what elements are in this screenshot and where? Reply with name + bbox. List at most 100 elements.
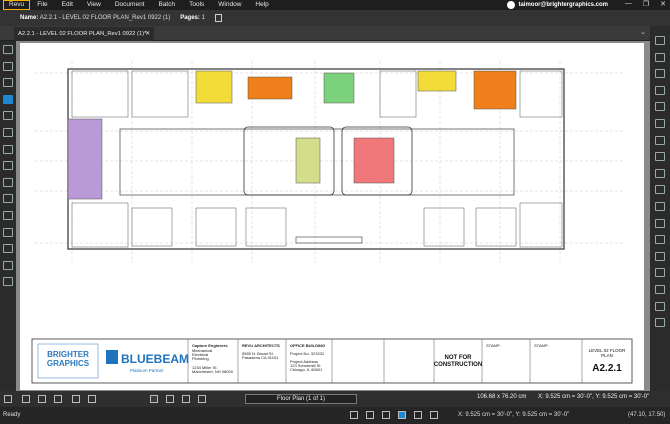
spaces-icon[interactable] [3, 277, 13, 287]
menu-edit[interactable]: Edit [55, 0, 80, 10]
reuse-icon[interactable] [414, 411, 422, 419]
project-no: Project No. 323232 [290, 351, 325, 356]
bookmarks-icon[interactable] [3, 61, 13, 71]
document-tab-bar: A2.2.1 - LEVEL 02 FLOOR PLAN_Rev1 0922 (… [0, 26, 670, 41]
tab-list-chevron-icon[interactable]: ⌄ [640, 28, 646, 36]
architect-city: Pasadena CA 91101 [242, 355, 279, 360]
snap-icon[interactable] [366, 411, 374, 419]
bottom-band [295, 236, 363, 244]
studio-icon[interactable] [3, 177, 13, 187]
status-scale: X: 9.525 cm = 30'-0", Y: 9.525 cm = 30'-… [458, 412, 570, 418]
floor-plan-drawing: BRIGHTER GRAPHICS BLUEBEAM Platinum Part… [31, 61, 633, 384]
ellipse-icon[interactable] [655, 135, 665, 145]
content-icon[interactable] [382, 411, 390, 419]
split-vertical-icon[interactable] [38, 395, 46, 403]
line-icon[interactable] [655, 52, 665, 62]
markups-icon[interactable] [3, 161, 13, 171]
forms-icon[interactable] [3, 194, 13, 204]
minimize-icon[interactable]: — [625, 0, 632, 10]
close-window-icon[interactable]: ✕ [660, 0, 666, 10]
dimension-icon[interactable] [655, 102, 665, 112]
user-account[interactable]: taimoor@brightergraphics.com [507, 1, 608, 9]
document-tab[interactable]: A2.2.1 - LEVEL 02 FLOOR PLAN_Rev1 0922 (… [14, 27, 154, 41]
layers-icon[interactable] [3, 127, 13, 137]
document-tab-title: A2.2.1 - LEVEL 02 FLOOR PLAN_Rev1 0922 (… [18, 31, 147, 37]
list-view-icon[interactable] [4, 395, 12, 403]
name-label: Name: [20, 15, 39, 21]
file-access-icon[interactable] [3, 78, 13, 88]
sync-status-icon[interactable] [430, 411, 438, 419]
bluebeam-logo-icon [106, 350, 118, 364]
document-icon[interactable] [214, 14, 222, 22]
highlight-icon[interactable] [655, 251, 665, 261]
area-icon[interactable] [655, 218, 665, 228]
brand-brighter: BRIGHTER [47, 350, 89, 359]
single-page-icon[interactable] [22, 395, 30, 403]
pages-label: Pages: [180, 15, 200, 21]
select-text-icon[interactable] [182, 395, 190, 403]
split-horizontal-icon[interactable] [54, 395, 62, 403]
brand-bluebeam-sub: Platinum Partner [130, 368, 164, 373]
cloud-icon[interactable] [655, 168, 665, 178]
stamp-icon[interactable] [655, 268, 665, 278]
sheet-title-2: PLAN [601, 353, 613, 358]
properties-icon[interactable] [3, 111, 13, 121]
count-icon[interactable] [655, 284, 665, 294]
consultant-city: Manchester, NH 08000 [192, 369, 234, 374]
menu-document[interactable]: Document [108, 0, 152, 10]
menu-window[interactable]: Window [211, 0, 248, 10]
right-markup-toolbar [650, 26, 670, 391]
room-yellow-1 [195, 70, 233, 104]
fit-icon[interactable] [88, 395, 96, 403]
not-for-construction-2: CONSTRUCTION [434, 362, 482, 368]
menu-tools[interactable]: Tools [182, 0, 211, 10]
sheet-number: A2.2.1 [592, 363, 622, 374]
restore-icon[interactable]: ❐ [643, 0, 649, 10]
name-value[interactable]: A2.2.1 - LEVEL 02 FLOOR PLAN_Rev1 0922 (… [40, 15, 171, 21]
menu-help[interactable]: Help [248, 0, 275, 10]
length-icon[interactable] [655, 201, 665, 211]
page-navigation[interactable]: Floor Plan (1 of 1) [245, 394, 357, 404]
callout-icon[interactable] [655, 185, 665, 195]
snapshot-icon[interactable] [655, 318, 665, 328]
sets-icon[interactable] [3, 244, 13, 254]
brand-graphics: GRAPHICS [47, 359, 90, 368]
left-panel-toolbar [0, 41, 16, 391]
thumbnails-icon[interactable] [3, 45, 13, 54]
markup-snap-icon[interactable] [398, 411, 406, 419]
properties-bar: Name: A2.2.1 - LEVEL 02 FLOOR PLAN_Rev1 … [0, 10, 670, 26]
polyline-icon[interactable] [655, 85, 665, 95]
menu-file[interactable]: File [30, 0, 54, 10]
room-green-1 [323, 72, 355, 104]
sync-icon[interactable] [72, 395, 80, 403]
image-icon[interactable] [655, 301, 665, 311]
polygon-icon[interactable] [655, 152, 665, 162]
pen-icon[interactable] [655, 36, 665, 45]
room-purple-1 [67, 118, 103, 200]
arc-icon[interactable] [655, 69, 665, 79]
stair-yellow [295, 137, 321, 184]
links-icon[interactable] [3, 227, 13, 237]
measurements-icon[interactable] [3, 144, 13, 154]
pan-icon[interactable] [150, 395, 158, 403]
stair-red [353, 137, 395, 184]
menu-view[interactable]: View [80, 0, 108, 10]
search-icon[interactable] [3, 260, 13, 270]
select-icon[interactable] [166, 395, 174, 403]
grid-icon[interactable] [350, 411, 358, 419]
close-tab-icon[interactable]: ✕ [145, 27, 150, 41]
user-email: taimoor@brightergraphics.com [518, 2, 608, 8]
signatures-icon[interactable] [3, 210, 13, 220]
tool-chest-icon[interactable] [3, 94, 13, 104]
zoom-icon[interactable] [198, 395, 206, 403]
project-title: OFFICE BUILDING [290, 343, 325, 348]
text-icon[interactable] [655, 235, 665, 245]
menu-batch[interactable]: Batch [151, 0, 182, 10]
brand-bluebeam: BLUEBEAM [121, 352, 189, 366]
document-canvas[interactable]: BRIGHTER GRAPHICS BLUEBEAM Platinum Part… [16, 41, 650, 391]
menu-revu[interactable]: Revu [3, 0, 31, 10]
window-controls: — ❐ ✕ [625, 0, 666, 10]
page-scale: X: 9.525 cm = 30'-0", Y: 9.525 cm = 30'-… [538, 394, 650, 400]
rectangle-icon[interactable] [655, 118, 665, 128]
stamp-1: STAMP: [486, 343, 501, 348]
